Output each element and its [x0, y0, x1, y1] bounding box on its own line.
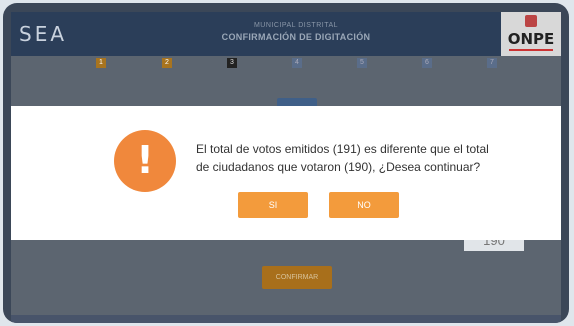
step-6: 6: [422, 58, 432, 68]
app-header: SEA MUNICIPAL DISTRITAL CONFIRMACIÓN DE …: [11, 12, 561, 56]
no-button[interactable]: NO: [329, 192, 399, 218]
step-3: 3: [227, 58, 237, 68]
confirmation-dialog: ! El total de votos emitidos (191) es di…: [11, 106, 561, 240]
footer-bar: [11, 315, 561, 323]
step-4: 4: [292, 58, 302, 68]
dialog-message-line-2: de ciudadanos que votaron (190), ¿Desea …: [196, 160, 481, 174]
onpe-brand-text: ONPE: [507, 30, 555, 48]
header-subtitle: MUNICIPAL DISTRITAL: [253, 22, 339, 29]
header-center: MUNICIPAL DISTRITAL CONFIRMACIÓN DE DIGI…: [181, 22, 411, 42]
yes-button[interactable]: SI: [238, 192, 308, 218]
step-2: 2: [162, 58, 172, 68]
dialog-message: El total de votos emitidos (191) es dife…: [196, 140, 526, 176]
warning-icon: !: [114, 130, 176, 192]
sea-logo: SEA: [19, 22, 68, 46]
dialog-message-line-1: El total de votos emitidos (191) es dife…: [196, 142, 489, 156]
step-1: 1: [96, 58, 106, 68]
app-screen: SEA MUNICIPAL DISTRITAL CONFIRMACIÓN DE …: [11, 12, 561, 323]
onpe-logo: ONPE: [501, 12, 561, 56]
page-title: CONFIRMACIÓN DE DIGITACIÓN: [221, 32, 371, 42]
step-indicator: 1 2 3 4 5 6 7: [11, 56, 561, 70]
exclamation-glyph: !: [136, 138, 154, 182]
step-5: 5: [357, 58, 367, 68]
confirm-button[interactable]: CONFIRMAR: [262, 266, 332, 289]
onpe-underline: [509, 49, 553, 51]
onpe-emblem-icon: [525, 15, 537, 27]
step-7: 7: [487, 58, 497, 68]
device-frame: SEA MUNICIPAL DISTRITAL CONFIRMACIÓN DE …: [3, 3, 569, 323]
